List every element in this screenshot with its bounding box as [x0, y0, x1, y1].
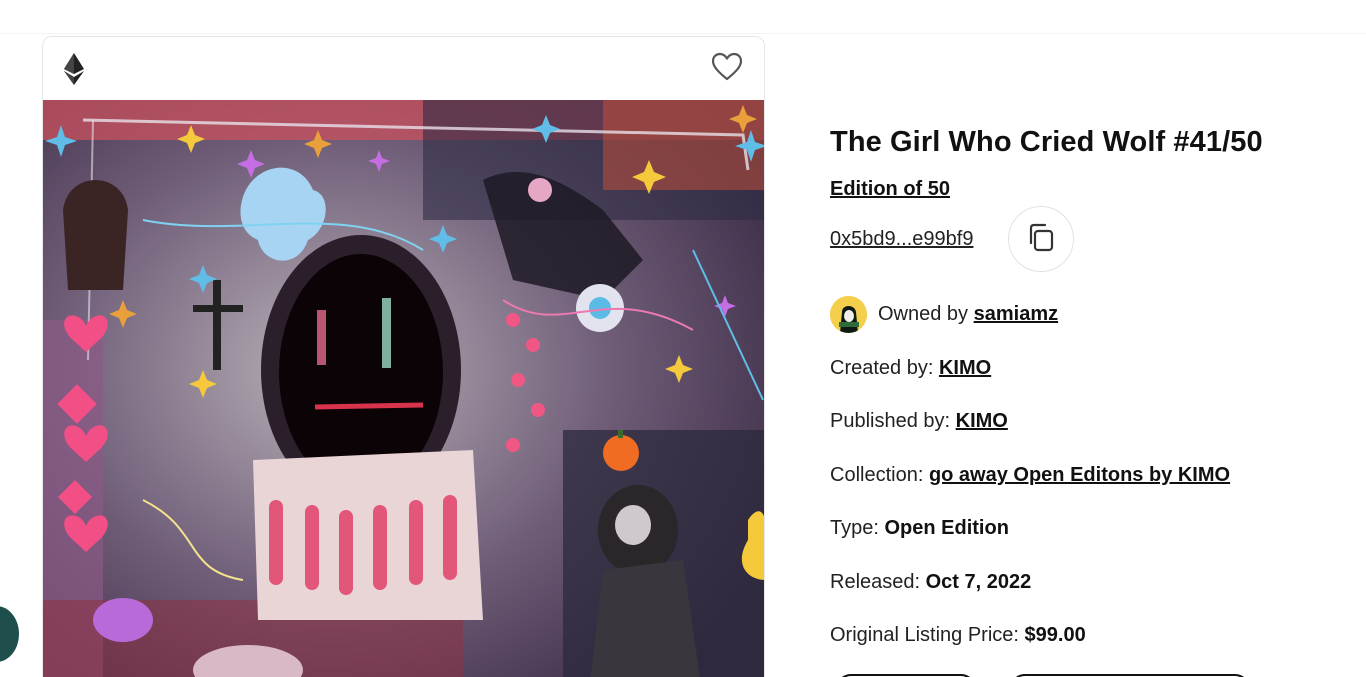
owner-row: Owned by samiamz	[830, 295, 1058, 333]
price-label: Original Listing Price:	[830, 624, 1025, 646]
published-by-row: Published by: KIMO	[830, 410, 1008, 433]
price-row: Original Listing Price: $99.00	[830, 624, 1086, 647]
chat-bubble-button[interactable]	[0, 606, 19, 662]
type-row: Type: Open Edition	[830, 517, 1009, 540]
favorite-button[interactable]	[709, 51, 745, 87]
created-by-label: Created by:	[830, 357, 939, 379]
created-by-row: Created by: KIMO	[830, 357, 991, 380]
creator-link[interactable]: KIMO	[939, 357, 991, 379]
top-bar	[0, 0, 1366, 34]
publisher-link[interactable]: KIMO	[956, 410, 1008, 432]
released-label: Released:	[830, 571, 926, 593]
owner-username-link[interactable]: samiamz	[974, 303, 1059, 326]
owned-by-label: Owned by	[878, 302, 969, 325]
released-value: Oct 7, 2022	[925, 571, 1032, 593]
heart-icon	[711, 52, 743, 87]
ethereum-icon	[63, 53, 85, 85]
copy-icon	[1024, 220, 1058, 259]
released-row: Released: Oct 7, 2022	[830, 571, 1031, 594]
collection-label: Collection:	[830, 464, 929, 486]
price-value: $99.00	[1024, 624, 1086, 646]
owner-avatar[interactable]	[830, 295, 867, 333]
card-header	[43, 37, 764, 100]
collection-link[interactable]: go away Open Editons by KIMO	[929, 464, 1230, 486]
copy-address-button[interactable]	[1008, 206, 1074, 272]
type-value: Open Edition	[884, 517, 1009, 539]
collection-row: Collection: go away Open Editons by KIMO	[830, 464, 1230, 487]
edition-link[interactable]: Edition of 50	[830, 178, 950, 201]
artwork-card	[42, 36, 765, 677]
artwork-title: The Girl Who Cried Wolf #41/50	[830, 126, 1263, 158]
artwork-image[interactable]	[43, 100, 764, 677]
contract-address-link[interactable]: 0x5bd9...e99bf9	[830, 228, 973, 251]
type-label: Type:	[830, 517, 885, 539]
published-by-label: Published by:	[830, 410, 956, 432]
